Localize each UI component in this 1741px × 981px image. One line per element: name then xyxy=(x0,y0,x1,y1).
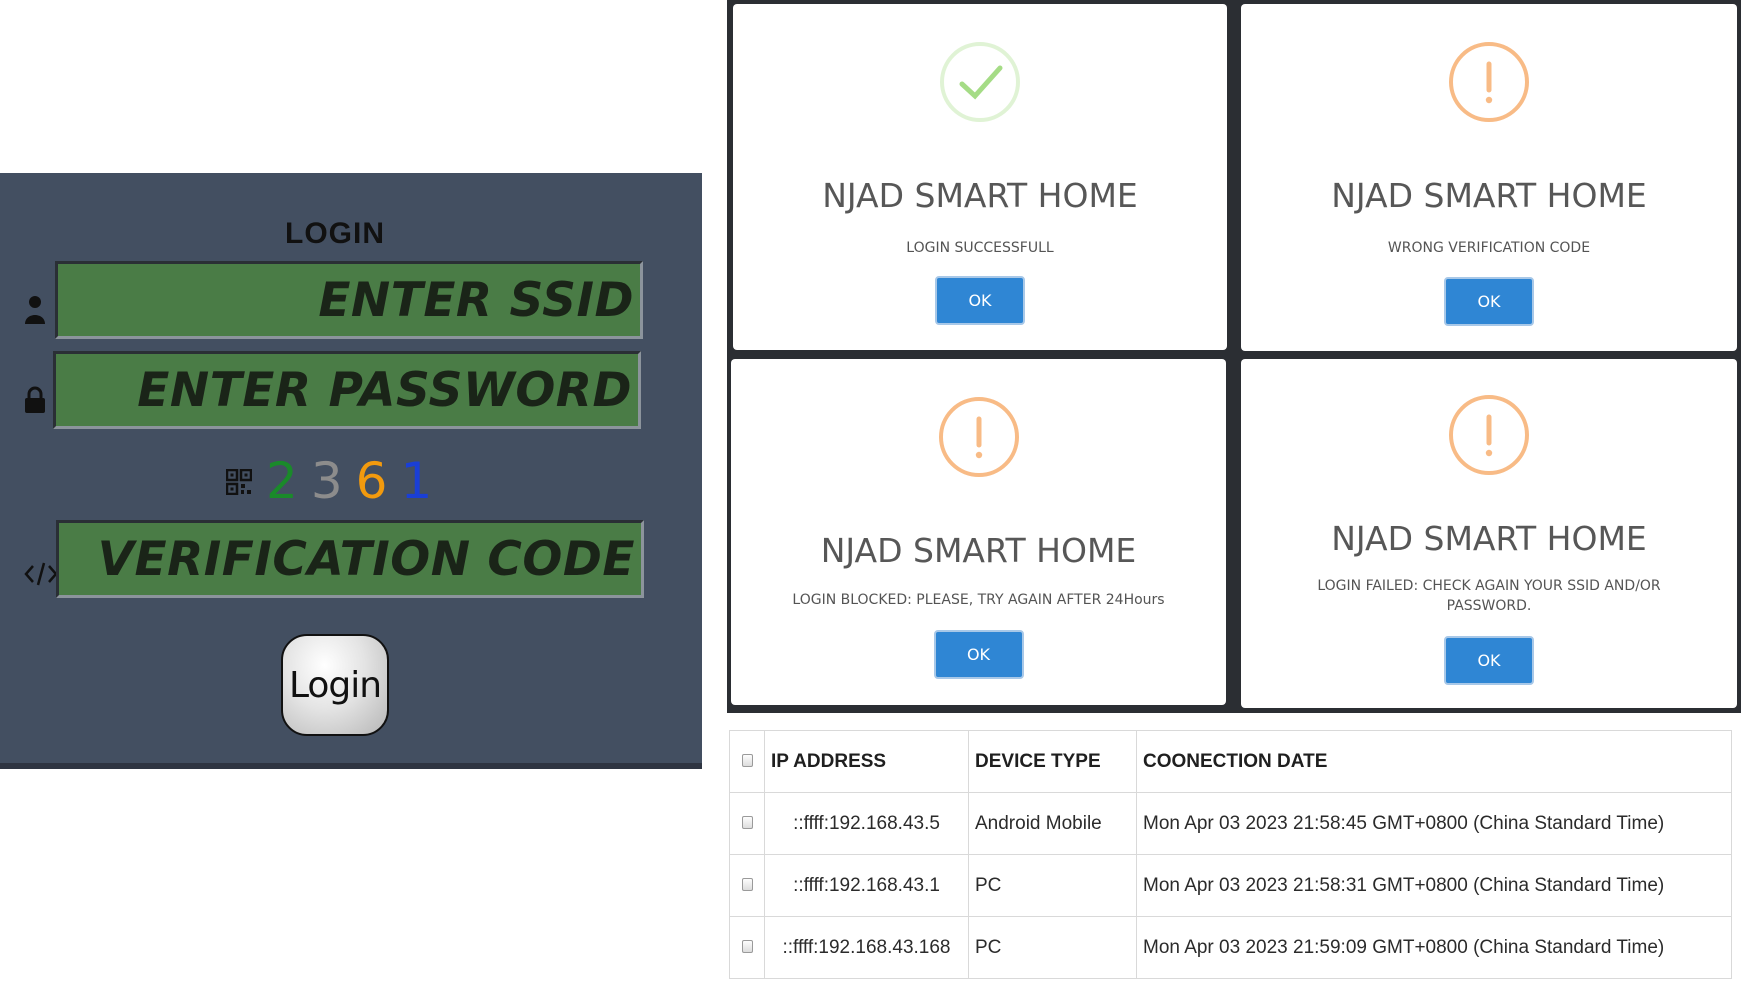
ok-button[interactable]: OK xyxy=(1444,277,1534,326)
password-placeholder: ENTER PASSWORD xyxy=(137,362,632,418)
row-checkbox[interactable] xyxy=(741,877,753,891)
verification-code-input[interactable]: VERIFICATION CODE xyxy=(56,520,644,598)
row-checkbox[interactable] xyxy=(741,815,753,829)
table-row[interactable]: ::ffff:192.168.43.168 PC Mon Apr 03 2023… xyxy=(729,916,1732,979)
ok-button[interactable]: OK xyxy=(933,630,1024,679)
login-button[interactable]: Login xyxy=(281,634,389,736)
dialog-message: LOGIN BLOCKED: PLEASE, TRY AGAIN AFTER 2… xyxy=(792,592,1165,608)
captcha-digit: 3 xyxy=(310,452,343,510)
captcha-digit: 6 xyxy=(355,452,388,510)
dialog-title: NJAD SMART HOME xyxy=(1331,519,1647,558)
verification-placeholder: VERIFICATION CODE xyxy=(97,531,635,587)
table-header-row: IP ADDRESS DEVICE TYPE COONECTION DATE xyxy=(729,730,1732,793)
captcha-digit: 2 xyxy=(266,452,298,510)
connections-table: IP ADDRESS DEVICE TYPE COONECTION DATE :… xyxy=(729,730,1732,979)
dialog-title: NJAD SMART HOME xyxy=(820,531,1137,570)
row-checkbox-cell xyxy=(729,792,765,855)
row-checkbox[interactable] xyxy=(741,939,753,953)
captcha-display: 2 3 6 1 xyxy=(225,446,445,510)
select-all-checkbox[interactable] xyxy=(741,753,753,767)
login-success-dialog: NJAD SMART HOME LOGIN SUCCESSFULL OK xyxy=(733,4,1227,350)
dialog-title: NJAD SMART HOME xyxy=(1331,176,1647,215)
ok-button[interactable]: OK xyxy=(935,276,1025,325)
login-title: LOGIN xyxy=(285,217,385,250)
connection-date-cell: Mon Apr 03 2023 21:59:09 GMT+0800 (China… xyxy=(1136,916,1732,979)
ssid-placeholder: ENTER SSID xyxy=(318,272,634,328)
header-ip-address[interactable]: IP ADDRESS xyxy=(764,730,969,793)
code-icon xyxy=(24,560,58,593)
ip-address-cell: ::ffff:192.168.43.1 xyxy=(764,854,969,917)
lock-icon xyxy=(24,386,46,419)
ok-button[interactable]: OK xyxy=(1444,636,1534,685)
connection-date-cell: Mon Apr 03 2023 21:58:31 GMT+0800 (China… xyxy=(1136,854,1732,917)
warning-exclamation-icon xyxy=(938,397,1019,477)
ip-address-cell: ::ffff:192.168.43.5 xyxy=(764,792,969,855)
dialog-message: LOGIN SUCCESSFULL xyxy=(906,240,1054,256)
device-type-cell: Android Mobile xyxy=(968,792,1137,855)
login-blocked-dialog: NJAD SMART HOME LOGIN BLOCKED: PLEASE, T… xyxy=(731,359,1226,705)
dialog-message: WRONG VERIFICATION CODE xyxy=(1387,240,1591,256)
header-connection-date[interactable]: COONECTION DATE xyxy=(1136,730,1732,793)
dialog-title: NJAD SMART HOME xyxy=(822,176,1138,215)
password-input[interactable]: ENTER PASSWORD xyxy=(53,351,641,429)
row-checkbox-cell xyxy=(729,854,765,917)
table-row[interactable]: ::ffff:192.168.43.5 Android Mobile Mon A… xyxy=(729,792,1732,855)
success-check-icon xyxy=(940,42,1020,122)
ssid-input[interactable]: ENTER SSID xyxy=(55,261,643,339)
captcha-digit: 1 xyxy=(400,452,433,510)
connection-date-cell: Mon Apr 03 2023 21:58:45 GMT+0800 (China… xyxy=(1136,792,1732,855)
qr-code-icon xyxy=(225,468,253,500)
select-all-checkbox-cell xyxy=(729,730,765,793)
ip-address-cell: ::ffff:192.168.43.168 xyxy=(764,916,969,979)
table-row[interactable]: ::ffff:192.168.43.1 PC Mon Apr 03 2023 2… xyxy=(729,854,1732,917)
login-failed-dialog: NJAD SMART HOME LOGIN FAILED: CHECK AGAI… xyxy=(1241,359,1737,708)
dialog-message: LOGIN FAILED: CHECK AGAIN YOUR SSID AND/… xyxy=(1317,578,1661,614)
user-icon xyxy=(24,295,46,330)
warning-exclamation-icon xyxy=(1449,42,1529,122)
device-type-cell: PC xyxy=(968,854,1137,917)
warning-exclamation-icon xyxy=(1449,395,1529,475)
header-device-type[interactable]: DEVICE TYPE xyxy=(968,730,1137,793)
login-panel: LOGIN ENTER SSID ENTER PASSWORD 2 3 6 1 … xyxy=(0,173,702,769)
wrong-code-dialog: NJAD SMART HOME WRONG VERIFICATION CODE … xyxy=(1241,4,1737,351)
device-type-cell: PC xyxy=(968,916,1137,979)
row-checkbox-cell xyxy=(729,916,765,979)
